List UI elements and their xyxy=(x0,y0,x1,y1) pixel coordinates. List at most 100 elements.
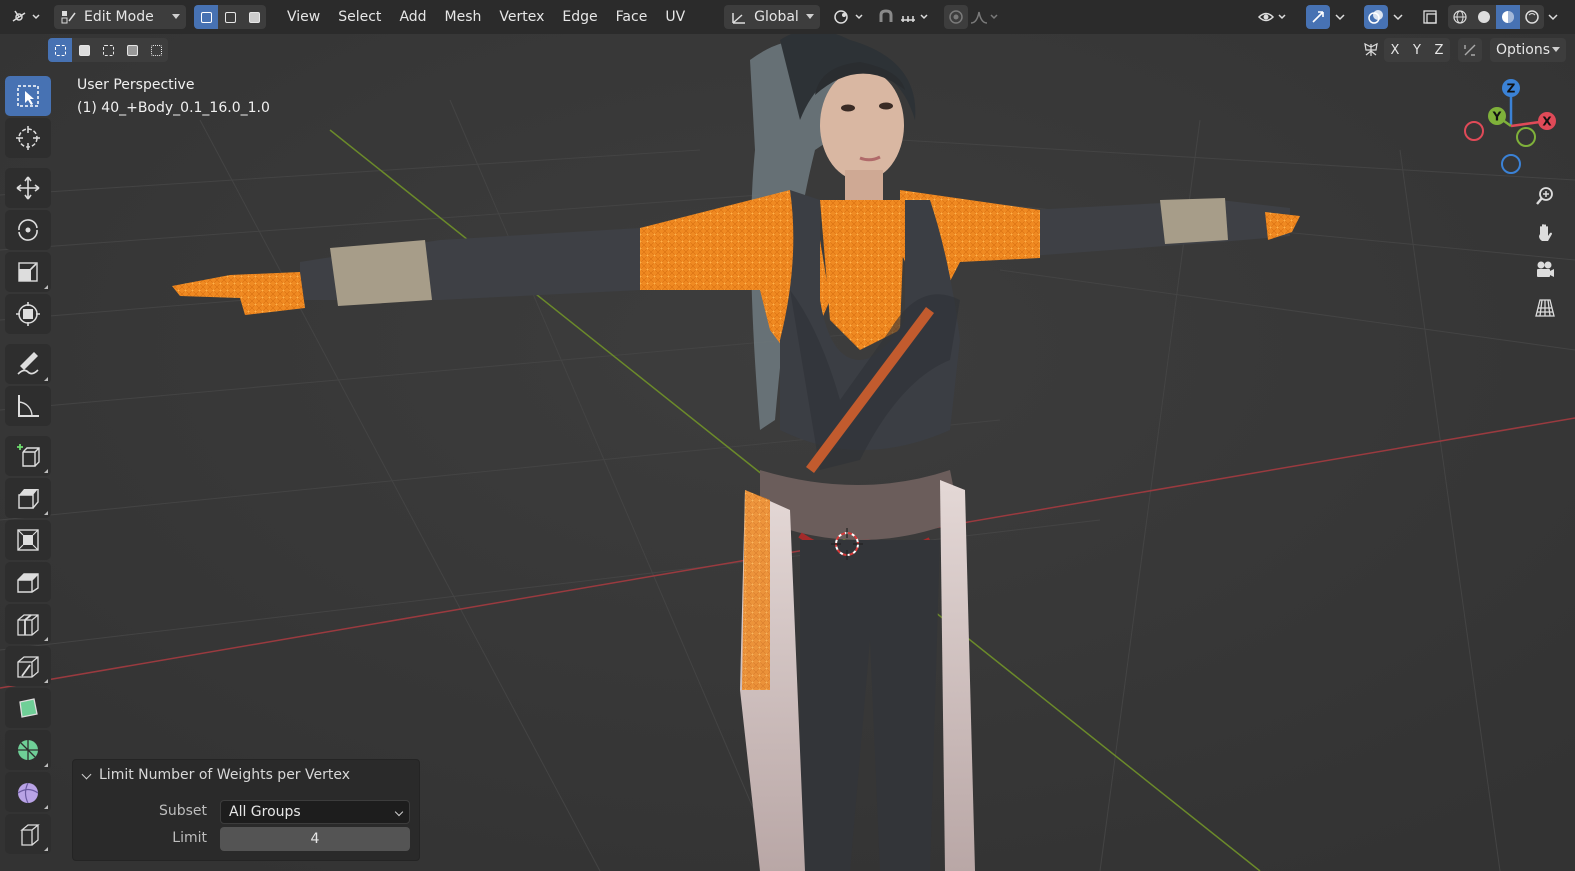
select-box-tool[interactable] xyxy=(5,76,51,116)
snap-increment-icon xyxy=(901,14,928,22)
face-select-button[interactable] xyxy=(242,5,266,29)
subset-value: All Groups xyxy=(229,804,301,820)
poly-build-tool[interactable] xyxy=(5,688,51,728)
visibility-button[interactable] xyxy=(1256,5,1292,29)
inset-tool[interactable] xyxy=(5,520,51,560)
select-invert-button[interactable] xyxy=(120,38,144,62)
smooth-tool[interactable] xyxy=(5,772,51,812)
select-mode-group xyxy=(194,5,266,29)
mirror-y-button[interactable]: Y xyxy=(1406,38,1428,62)
gizmo-toggle-button[interactable] xyxy=(1306,5,1330,29)
menu-uv[interactable]: UV xyxy=(656,5,694,29)
overlays-icon xyxy=(1368,10,1383,24)
loop-cut-tool[interactable] xyxy=(5,604,51,644)
editor-type-button[interactable] xyxy=(8,5,44,29)
shear-tool[interactable] xyxy=(5,814,51,854)
auto-merge-icon xyxy=(1464,44,1476,56)
knife-tool[interactable] xyxy=(5,646,51,686)
mirror-x-button[interactable]: X xyxy=(1384,38,1406,62)
falloff-button[interactable] xyxy=(968,5,1004,29)
gizmo-icon xyxy=(1312,11,1324,23)
cursor-tool[interactable] xyxy=(5,118,51,158)
rotate-tool[interactable] xyxy=(5,210,51,250)
mirror-z-button[interactable]: Z xyxy=(1428,38,1450,62)
mode-dropdown[interactable]: Edit Mode xyxy=(54,5,186,29)
operator-title[interactable]: Limit Number of Weights per Vertex xyxy=(99,767,350,783)
edit-mode-icon xyxy=(61,11,76,24)
select-subtract-button[interactable] xyxy=(96,38,120,62)
options-dropdown[interactable]: Options xyxy=(1490,38,1566,62)
axis-y-label: Y xyxy=(1413,42,1421,58)
edge-select-button[interactable] xyxy=(218,5,242,29)
transform-icon xyxy=(16,302,40,326)
menu-mesh[interactable]: Mesh xyxy=(436,5,491,29)
menu-view[interactable]: View xyxy=(278,5,329,29)
active-object-label: (1) 40_+Body_0.1_16.0_1.0 xyxy=(77,100,270,116)
scale-tool[interactable] xyxy=(5,252,51,292)
zoom-button[interactable] xyxy=(1531,182,1559,210)
menu-bar: View Select Add Mesh Vertex Edge Face UV xyxy=(278,5,694,29)
auto-merge-button[interactable] xyxy=(1458,38,1482,62)
left-toolbar xyxy=(5,74,55,856)
select-subtract-icon xyxy=(102,44,114,56)
bevel-icon xyxy=(17,573,39,593)
tool-header: X Y Z Options xyxy=(0,36,1575,64)
proportional-edit-button[interactable] xyxy=(944,5,969,29)
snap-target-button[interactable] xyxy=(898,5,934,29)
measure-tool[interactable] xyxy=(5,386,51,426)
limit-field[interactable]: 4 xyxy=(220,827,410,851)
add-cube-tool[interactable] xyxy=(5,436,51,476)
spin-icon xyxy=(18,740,38,760)
menu-face[interactable]: Face xyxy=(607,5,657,29)
overlays-button[interactable] xyxy=(1364,5,1388,29)
subset-label: Subset xyxy=(158,803,207,819)
spin-tool[interactable] xyxy=(5,730,51,770)
chevron-down-icon xyxy=(1335,14,1345,21)
subset-dropdown[interactable]: All Groups xyxy=(220,800,410,824)
transform-orientation-dropdown[interactable]: Global xyxy=(724,5,821,29)
menu-select[interactable]: Select xyxy=(329,5,390,29)
annotate-tool[interactable] xyxy=(5,344,51,384)
menu-edge[interactable]: Edge xyxy=(553,5,606,29)
extrude-tool[interactable] xyxy=(5,478,51,518)
gizmo-dropdown[interactable] xyxy=(1330,5,1350,29)
inset-icon xyxy=(17,529,39,551)
select-extend-button[interactable] xyxy=(72,38,96,62)
xray-toggle-button[interactable] xyxy=(1418,5,1442,29)
material-shading-button[interactable] xyxy=(1496,5,1520,29)
mirror-options: X Y Z Options xyxy=(1360,38,1566,62)
select-intersect-icon xyxy=(150,44,162,56)
vertex-select-icon xyxy=(200,11,212,23)
snap-toggle-button[interactable] xyxy=(874,5,898,29)
collapse-chevron-icon[interactable] xyxy=(81,769,92,780)
bevel-tool[interactable] xyxy=(5,562,51,602)
grid-perspective-icon xyxy=(1535,299,1555,317)
ortho-toggle-button[interactable] xyxy=(1531,294,1559,322)
pivot-point-button[interactable] xyxy=(830,5,868,29)
vertex-select-button[interactable] xyxy=(194,5,218,29)
viewport-scene[interactable] xyxy=(0,0,1575,871)
select-new-button[interactable] xyxy=(48,38,72,62)
camera-view-button[interactable] xyxy=(1531,256,1559,284)
shading-dropdown[interactable] xyxy=(1544,5,1562,29)
face-select-icon xyxy=(248,11,260,23)
menu-add[interactable]: Add xyxy=(390,5,435,29)
select-intersect-button[interactable] xyxy=(144,38,168,62)
orientation-icon xyxy=(732,13,746,24)
wireframe-shading-button[interactable] xyxy=(1448,5,1472,29)
select-invert-icon xyxy=(126,44,138,56)
edge-select-icon xyxy=(224,11,236,23)
menu-vertex[interactable]: Vertex xyxy=(490,5,553,29)
select-extend-icon xyxy=(78,44,90,56)
xray-icon xyxy=(1423,10,1437,24)
solid-shading-button[interactable] xyxy=(1472,5,1496,29)
gizmo-z-label: Z xyxy=(1507,82,1516,96)
mirror-button[interactable] xyxy=(1360,38,1382,62)
overlays-dropdown[interactable] xyxy=(1388,5,1408,29)
rendered-shading-button[interactable] xyxy=(1520,5,1544,29)
axis-x-label: X xyxy=(1390,42,1400,58)
transform-tool[interactable] xyxy=(5,294,51,334)
pan-button[interactable] xyxy=(1531,219,1559,247)
navigation-gizmo[interactable]: Z Y X xyxy=(1462,76,1562,186)
move-tool[interactable] xyxy=(5,168,51,208)
